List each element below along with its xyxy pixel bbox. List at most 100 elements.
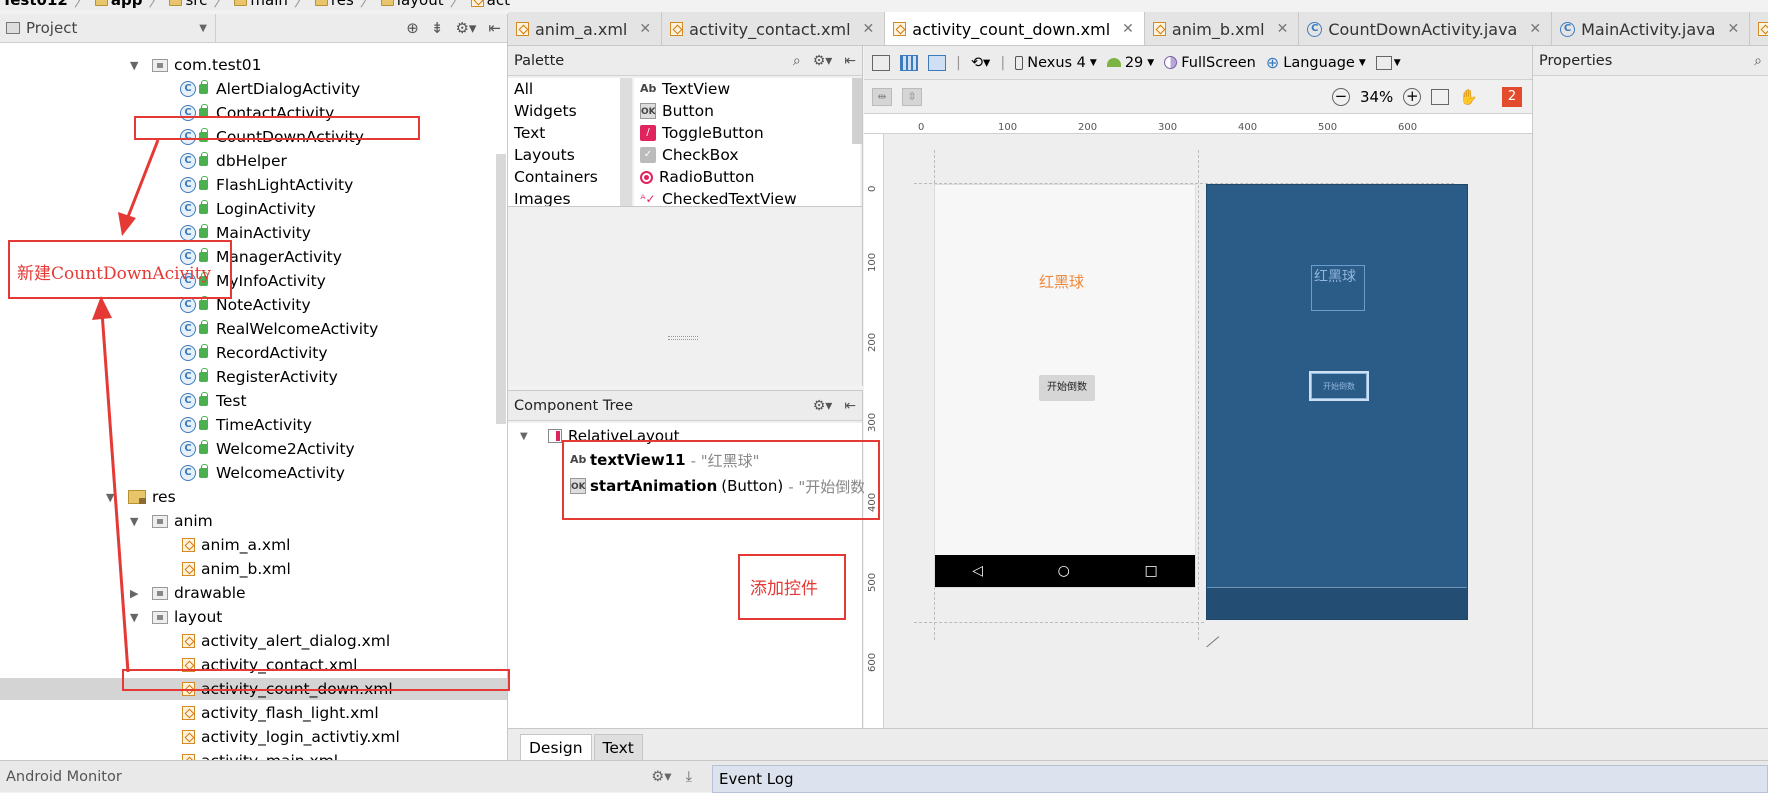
error-badge[interactable]: 2 (1502, 86, 1522, 107)
orientation-icon[interactable]: ⟲▾ (971, 55, 990, 71)
blueprint-view-icon[interactable] (900, 54, 918, 71)
hide-panel-icon[interactable]: ⇤ (488, 19, 501, 37)
palette-category-item[interactable]: Layouts (508, 144, 620, 166)
tab-text[interactable]: Text (593, 734, 643, 760)
breadcrumb-item[interactable]: src (169, 0, 207, 9)
tree-class-item[interactable]: C FlashLightActivity (180, 174, 353, 196)
android-monitor-bar[interactable]: Android Monitor ⚙▾ ⤓ (0, 761, 708, 793)
tab-design[interactable]: Design (520, 734, 592, 760)
blueprint-button[interactable]: 开始倒数 (1309, 371, 1369, 401)
gear-icon[interactable]: ⚙▾ (455, 19, 476, 37)
ruler-tick-label: 600 (867, 652, 878, 672)
blueprint-textview[interactable]: 红黑球 (1311, 265, 1365, 311)
gear-icon[interactable]: ⚙▾ (813, 53, 833, 69)
zoom-in-icon[interactable]: + (1403, 87, 1422, 106)
tab-file[interactable]: C MainActivity.java ✕ (1552, 12, 1751, 45)
blueprint-preview[interactable]: 红黑球 开始倒数 (1206, 184, 1468, 620)
pan-horizontal-icon[interactable]: ⇹ (872, 87, 892, 106)
palette-category-item[interactable]: Text (508, 122, 620, 144)
tree-class-item[interactable]: C LoginActivity (180, 198, 316, 220)
palette-category-item[interactable]: Containers (508, 166, 620, 188)
palette-category-item[interactable]: All (508, 78, 620, 100)
tab-file[interactable]: anim_b.xml ✕ (1145, 12, 1300, 45)
palette-item[interactable]: RadioButton (634, 166, 860, 188)
gear-icon[interactable]: ⚙▾ (651, 769, 671, 785)
search-icon[interactable]: ⌕ (1754, 53, 1762, 69)
class-icon: C (180, 345, 196, 361)
tree-class-item[interactable]: C WelcomeActivity (180, 462, 345, 484)
close-icon[interactable]: ✕ (1529, 21, 1541, 37)
close-icon[interactable]: ✕ (639, 21, 651, 37)
palette-item[interactable]: Ab TextView (634, 78, 860, 100)
breadcrumb-item[interactable]: main (234, 0, 288, 9)
tree-class-item[interactable]: C Welcome2Activity (180, 438, 355, 460)
close-icon[interactable]: ✕ (1277, 21, 1289, 37)
tab-active[interactable]: activity_count_down.xml ✕ (885, 12, 1145, 45)
hide-panel-icon[interactable]: ⇤ (844, 53, 856, 69)
language-dropdown[interactable]: ⊕ Language ▼ (1266, 53, 1366, 72)
layout-variants-icon[interactable]: ▼ (1375, 55, 1401, 70)
palette-item[interactable]: / ToggleButton (634, 122, 860, 144)
search-icon[interactable]: ⌕ (793, 53, 801, 69)
both-views-icon[interactable] (928, 54, 946, 71)
gear-icon[interactable]: ⚙▾ (813, 398, 833, 414)
project-scrollbar[interactable] (496, 154, 506, 424)
tree-class-item[interactable]: C RegisterActivity (180, 366, 338, 388)
pan-hand-icon[interactable]: ✋ (1459, 88, 1478, 106)
breadcrumb-item[interactable]: layout (380, 0, 444, 9)
tree-class-item[interactable]: C AlertDialogActivity (180, 78, 360, 100)
tree-folder-layout[interactable]: ▼ layout (130, 606, 222, 628)
api-dropdown[interactable]: 29 ▼ (1106, 55, 1154, 71)
close-icon[interactable]: ✕ (1727, 21, 1739, 37)
tree-file-item[interactable]: activity_main.xml (182, 750, 338, 760)
design-view-icon[interactable] (872, 54, 890, 71)
event-log-bar[interactable]: Event Log (712, 765, 1768, 793)
close-icon[interactable]: ✕ (1122, 21, 1134, 37)
palette-item[interactable]: ✓ CheckBox (634, 144, 860, 166)
tab-file[interactable]: anim_a.xml ✕ (508, 12, 663, 45)
project-view-dropdown[interactable]: Project ▼ (6, 14, 216, 42)
minimize-icon[interactable]: ⤓ (686, 769, 692, 785)
design-preview[interactable]: 红黑球 开始倒数 ◁ ○ □ (934, 184, 1196, 588)
tree-file-item[interactable]: anim_b.xml (182, 558, 291, 580)
palette-item[interactable]: ᴬ✓ CheckedTextView (634, 188, 860, 206)
tree-folder-res[interactable]: ▼ res (106, 486, 176, 508)
pan-vertical-icon[interactable]: ⇳ (902, 87, 922, 106)
tree-class-item[interactable]: C RealWelcomeActivity (180, 318, 378, 340)
splitter-handle[interactable] (668, 336, 698, 340)
tree-class-item[interactable]: C RecordActivity (180, 342, 328, 364)
lock-icon (199, 416, 208, 430)
tab-file[interactable]: C CountDownActivity.java ✕ (1299, 12, 1553, 45)
folder-icon (314, 0, 328, 6)
tree-package[interactable]: ▼ com.test01 (130, 54, 262, 76)
tree-file-item[interactable]: anim_a.xml (182, 534, 290, 556)
palette-items-scrollbar[interactable] (852, 78, 862, 144)
tree-class-item[interactable]: C TimeActivity (180, 414, 312, 436)
tree-class-item[interactable]: CdbHelper (180, 150, 287, 172)
tree-file-item[interactable]: activity_alert_dialog.xml (182, 630, 390, 652)
breadcrumb-item[interactable]: app (94, 0, 142, 9)
breadcrumb-item[interactable]: res (314, 0, 354, 9)
collapse-all-icon[interactable]: ⇟ (431, 19, 444, 37)
device-dropdown[interactable]: Nexus 4 ▼ (1015, 55, 1097, 71)
zoom-fit-icon[interactable] (1431, 88, 1450, 105)
hide-panel-icon[interactable]: ⇤ (844, 398, 856, 414)
palette-category-item[interactable]: Widgets (508, 100, 620, 122)
tree-folder-drawable[interactable]: ▶ drawable (130, 582, 246, 604)
preview-button[interactable]: 开始倒数 (1039, 375, 1095, 401)
close-icon[interactable]: ✕ (863, 21, 875, 37)
theme-dropdown[interactable]: FullScreen (1164, 55, 1256, 71)
tree-file-item[interactable]: activity_flash_light.xml (182, 702, 379, 724)
tree-folder-anim[interactable]: ▼ anim (130, 510, 213, 532)
breadcrumb-item[interactable]: Test012 (2, 0, 68, 9)
palette-categories-scrollbar[interactable] (620, 78, 632, 206)
locate-icon[interactable]: ⊕ (406, 19, 419, 37)
tab-file[interactable]: activity_contact.xml ✕ (662, 12, 886, 45)
preview-textview[interactable]: 红黑球 (1039, 271, 1084, 292)
palette-item[interactable]: OK Button (634, 100, 860, 122)
tree-file-item[interactable]: activity_login_activtiy.xml (182, 726, 400, 748)
tab-file[interactable]: activity_main. (1750, 12, 1768, 45)
zoom-out-icon[interactable]: − (1331, 87, 1350, 106)
breadcrumb-item[interactable]: activity_count_down.xml (470, 0, 510, 9)
tree-class-item[interactable]: C Test (180, 390, 247, 412)
